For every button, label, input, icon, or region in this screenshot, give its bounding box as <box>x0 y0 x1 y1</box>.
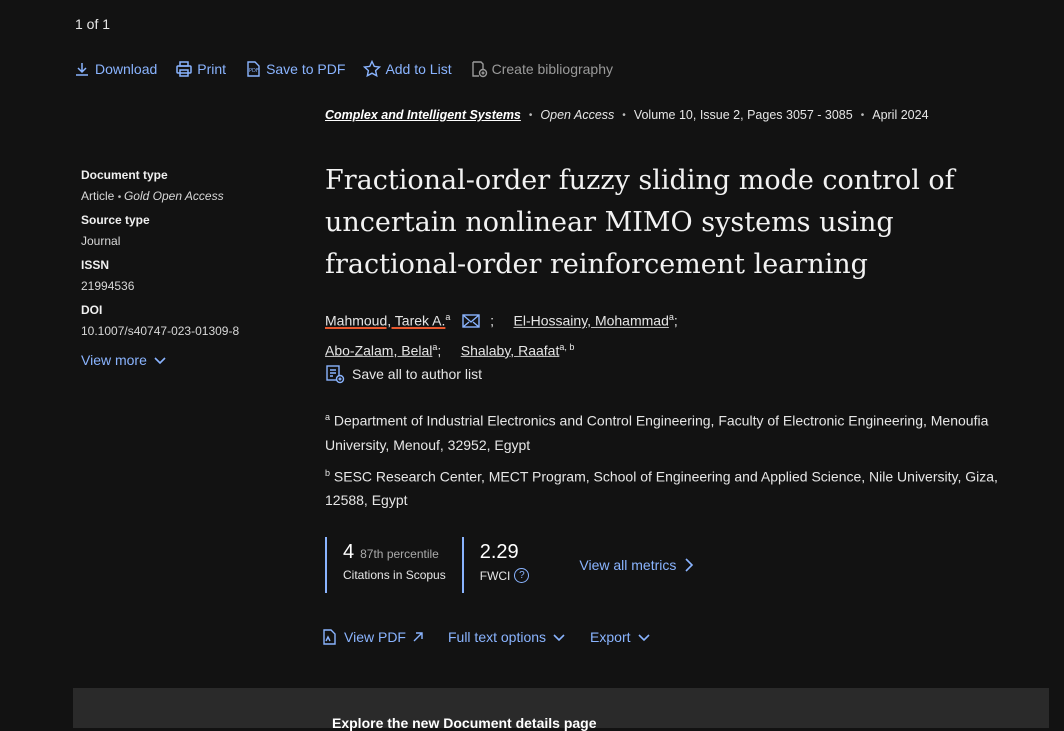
view-more-label: View more <box>81 352 147 368</box>
author-separator: ; <box>437 342 457 359</box>
external-link-icon <box>413 632 423 642</box>
author-link[interactable]: Mahmoud, Tarek A. <box>325 313 445 329</box>
author-separator: ; <box>490 312 510 329</box>
affiliation-sup: b <box>325 467 331 478</box>
create-bibliography-label: Create bibliography <box>491 61 613 77</box>
publication-date: April 2024 <box>872 108 929 122</box>
affiliation-item: a Department of Industrial Electronics a… <box>325 405 1035 457</box>
save-to-pdf-button[interactable]: PDF Save to PDF <box>244 60 345 78</box>
source-type-value: Journal <box>81 234 121 248</box>
author-link[interactable]: Shalaby, Raafat <box>461 342 560 358</box>
author-link[interactable]: Abo-Zalam, Belal <box>325 342 432 358</box>
author-separator: ; <box>673 312 678 329</box>
help-icon[interactable]: ? <box>514 568 530 583</box>
separator-dot: • <box>622 109 626 121</box>
separator-dot: • <box>860 109 865 121</box>
chevron-down-icon <box>154 357 166 365</box>
svg-text:PDF: PDF <box>249 68 259 74</box>
document-toolbar: Download Print PDF Save to PDF Add to Li… <box>73 60 613 78</box>
citation-count: 4 <box>343 541 355 563</box>
affiliation-sup: a <box>325 412 331 422</box>
separator-dot: • <box>528 109 533 121</box>
download-button[interactable]: Download <box>73 60 157 78</box>
chevron-down-icon <box>553 634 565 642</box>
save-all-label: Save all to author list <box>352 366 482 383</box>
author-affiliation-sup: a, b <box>559 341 575 352</box>
document-type-text: Article <box>81 189 115 203</box>
chevron-down-icon <box>637 634 650 642</box>
fwci-caption: FWCI <box>479 568 511 583</box>
author-list: Mahmoud, Tarek A.a ; El-Hossainy, Mohamm… <box>325 305 1025 386</box>
export-button[interactable]: Export <box>590 629 650 645</box>
metrics-panel: 4 87th percentile Citations in Scopus 2.2… <box>325 537 694 593</box>
view-all-metrics-button[interactable]: View all metrics <box>579 557 694 573</box>
printer-icon <box>176 61 193 77</box>
export-label: Export <box>590 629 631 645</box>
view-pdf-button[interactable]: View PDF <box>320 628 424 646</box>
email-icon[interactable] <box>462 311 480 335</box>
create-bibliography-button[interactable]: Create bibliography <box>470 60 613 78</box>
document-type-label: Document type <box>81 168 168 182</box>
full-text-options-label: Full text options <box>447 629 547 645</box>
author-line-1: Mahmoud, Tarek A.a ; El-Hossainy, Mohamm… <box>325 305 1025 335</box>
fwci-metric: 2.29 FWCI ? <box>461 537 546 593</box>
save-all-to-author-list-button[interactable]: Save all to author list <box>325 362 1025 386</box>
source-info: Complex and Intelligent Systems • Open A… <box>325 108 929 122</box>
affiliation-text: Department of Industrial Electronics and… <box>325 412 989 453</box>
print-button[interactable]: Print <box>175 60 226 78</box>
save-to-pdf-label: Save to PDF <box>266 61 346 77</box>
affiliation-item: b SESC Research Center, MECT Program, Sc… <box>325 461 1035 513</box>
affiliations: a Department of Industrial Electronics a… <box>325 405 1035 516</box>
pdf-file-icon: PDF <box>247 61 260 77</box>
issn-value: 21994536 <box>81 279 135 293</box>
add-to-list-label: Add to List <box>385 61 452 77</box>
document-actions: View PDF Full text options Export <box>320 628 651 646</box>
affiliation-text: SESC Research Center, MECT Program, Scho… <box>325 468 998 509</box>
pdf-file-icon <box>323 629 336 645</box>
citations-metric: 4 87th percentile Citations in Scopus <box>325 537 462 593</box>
bibliography-icon <box>471 61 487 78</box>
open-access-label: Open Access <box>540 108 615 122</box>
citations-caption: Citations in Scopus <box>343 568 446 582</box>
author-list-icon <box>326 365 345 384</box>
source-type-label: Source type <box>81 213 150 227</box>
fwci-value: 2.29 <box>479 541 519 563</box>
full-text-options-button[interactable]: Full text options <box>448 629 566 645</box>
view-more-button[interactable]: View more <box>81 352 281 368</box>
banner-title: Explore the new Document details page <box>332 715 597 731</box>
author-link[interactable]: El-Hossainy, Mohammad <box>514 313 669 329</box>
download-icon <box>76 63 88 76</box>
citation-percentile: 87th percentile <box>360 547 439 561</box>
document-sidebar: Document type Article • Gold Open Access… <box>81 168 281 368</box>
print-label: Print <box>197 61 227 77</box>
volume-info: Volume 10, Issue 2, Pages 3057 - 3085 <box>633 108 853 122</box>
document-type-value: Article • Gold Open Access <box>81 189 281 203</box>
add-to-list-button[interactable]: Add to List <box>363 60 452 78</box>
fwci-caption-row: FWCI ? <box>480 568 530 583</box>
page-counter: 1 of 1 <box>75 16 111 32</box>
star-icon <box>363 60 382 78</box>
doi-value: 10.1007/s40747-023-01309-8 <box>81 324 240 338</box>
download-label: Download <box>95 61 158 77</box>
view-pdf-label: View PDF <box>344 629 406 645</box>
journal-link[interactable]: Complex and Intelligent Systems <box>325 108 521 122</box>
author-line-2: Abo-Zalam, Belala; Shalaby, Raafata, b <box>325 335 1025 363</box>
view-all-metrics-label: View all metrics <box>579 557 677 573</box>
author-affiliation-sup: a <box>445 312 451 322</box>
issn-label: ISSN <box>81 258 110 272</box>
new-page-banner: Explore the new Document details page <box>73 688 1049 731</box>
doi-label: DOI <box>81 303 103 317</box>
chevron-right-icon <box>685 558 694 572</box>
document-title: Fractional-order fuzzy sliding mode cont… <box>325 165 955 280</box>
gold-open-access-label: Gold Open Access <box>123 189 224 203</box>
